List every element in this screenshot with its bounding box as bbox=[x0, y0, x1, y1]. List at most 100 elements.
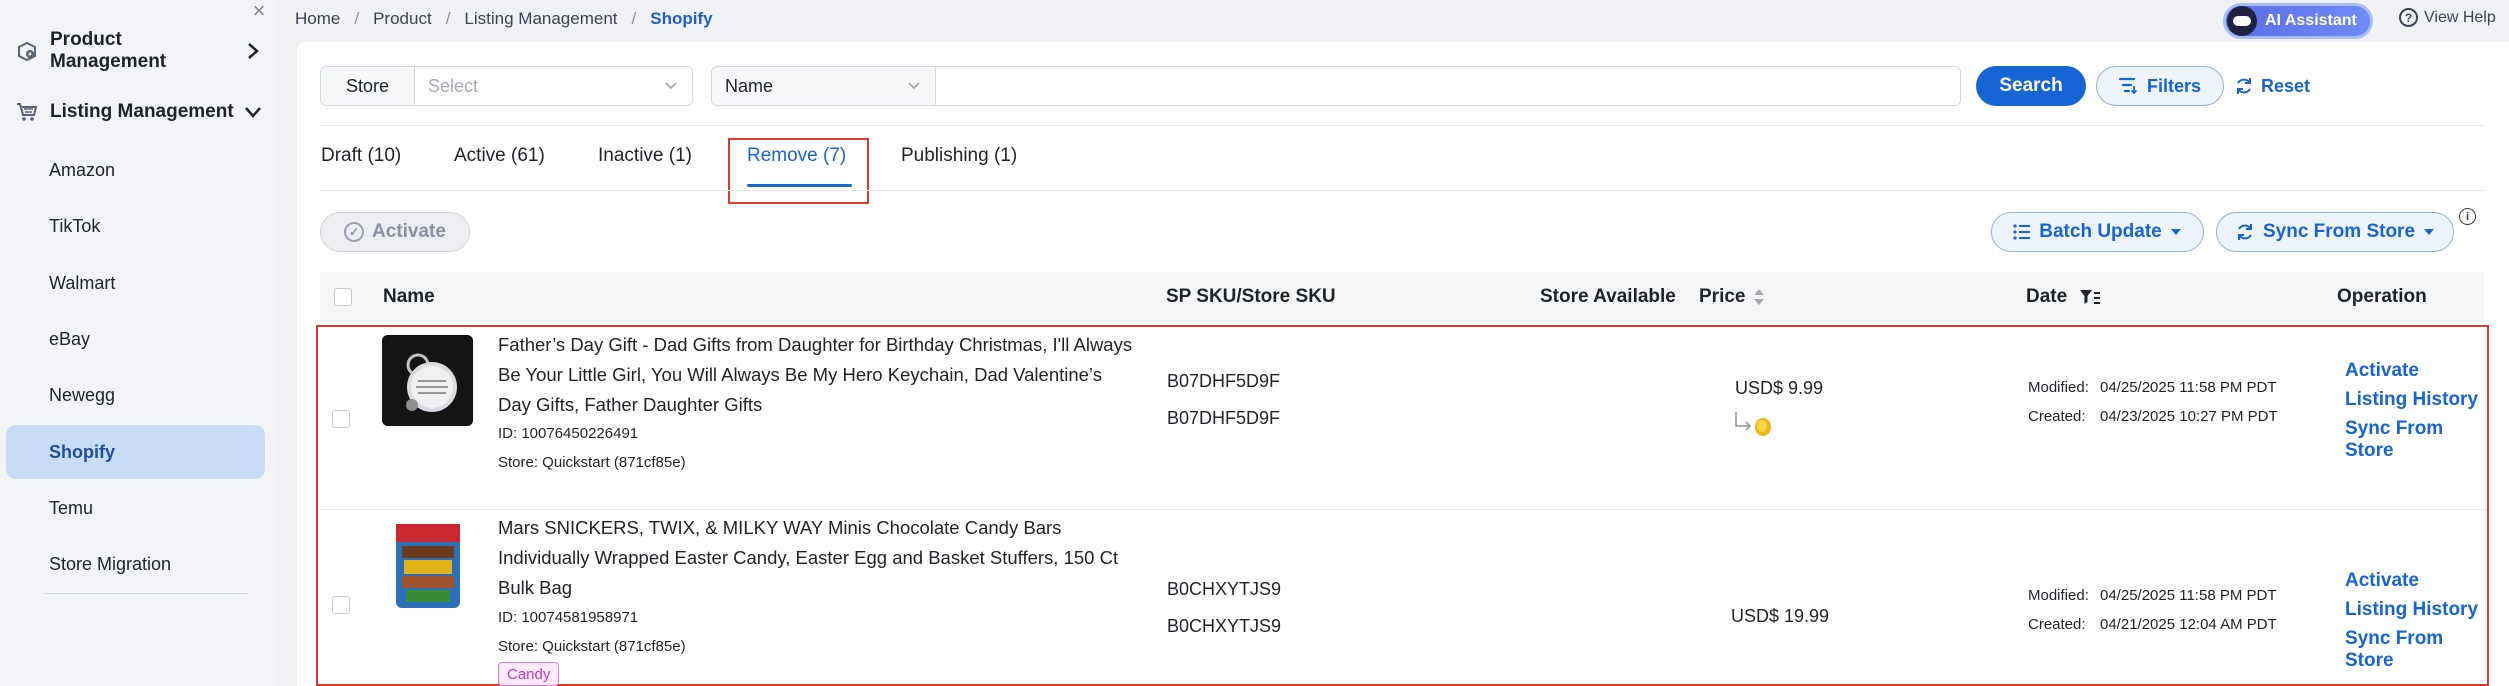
sidebar-item-amazon[interactable]: Amazon bbox=[6, 143, 265, 197]
highlighted-rows: Father’s Day Gift - Dad Gifts from Daugh… bbox=[316, 325, 2489, 686]
filters-button[interactable]: Filters bbox=[2096, 66, 2224, 106]
tab-active[interactable]: Active (61) bbox=[454, 145, 545, 167]
sp-sku: B0CHXYTJS9 bbox=[1167, 579, 1282, 599]
ai-assistant-button[interactable]: AI Assistant bbox=[2223, 3, 2373, 39]
created-label: Created: bbox=[2028, 616, 2086, 633]
column-header-date-label: Date bbox=[2026, 286, 2068, 307]
sidebar-group-label: Listing Management bbox=[50, 101, 234, 122]
sidebar-group-label: Product Management bbox=[50, 29, 167, 72]
product-id: ID: 10076450226491 bbox=[498, 425, 639, 442]
help-icon: ? bbox=[2399, 8, 2418, 27]
tab-highlight-box bbox=[728, 138, 869, 204]
modified-date: Modified: 04/25/2025 11:58 PM PDT bbox=[2028, 379, 2277, 396]
search-field-select[interactable]: Name bbox=[711, 66, 936, 106]
sidebar-group-product-management[interactable]: Product Management bbox=[14, 29, 272, 72]
sidebar-item-walmart[interactable]: Walmart bbox=[6, 256, 265, 310]
reset-label: Reset bbox=[2261, 75, 2311, 96]
sidebar: × Product Management Listing Management … bbox=[0, 0, 276, 686]
breadcrumb: Home / Product / Listing Management / Sh… bbox=[295, 9, 713, 29]
sidebar-item-label: Amazon bbox=[49, 159, 116, 180]
cart-icon bbox=[14, 99, 40, 125]
column-header-date[interactable]: Date bbox=[2026, 272, 2101, 322]
filter-icon bbox=[2118, 77, 2138, 95]
created-label: Created: bbox=[2028, 408, 2086, 425]
sync-from-store-button[interactable]: Sync From Store bbox=[2216, 212, 2454, 252]
product-id: ID: 10074581958971 bbox=[498, 609, 639, 626]
sidebar-item-temu[interactable]: Temu bbox=[6, 481, 265, 535]
tab-inactive[interactable]: Inactive (1) bbox=[598, 145, 692, 167]
product-image[interactable] bbox=[382, 520, 473, 611]
reset-button[interactable]: Reset bbox=[2234, 66, 2310, 106]
row-checkbox[interactable] bbox=[332, 410, 350, 428]
close-icon[interactable]: × bbox=[248, 0, 270, 22]
column-header-operation: Operation bbox=[2337, 286, 2427, 307]
sync-from-store-link[interactable]: Sync From Store bbox=[2345, 628, 2487, 672]
search-button[interactable]: Search bbox=[1976, 66, 2086, 106]
batch-update-label: Batch Update bbox=[2039, 221, 2162, 242]
activate-link[interactable]: Activate bbox=[2345, 570, 2419, 592]
product-store: Store: Quickstart (871cf85e) bbox=[498, 454, 686, 471]
product-tag: Candy bbox=[498, 662, 560, 686]
sync-from-store-label: Sync From Store bbox=[2262, 221, 2416, 242]
breadcrumb-separator: / bbox=[445, 9, 451, 28]
chevron-down-icon bbox=[665, 82, 677, 90]
store-sku: B0CHXYTJS9 bbox=[1167, 616, 1282, 636]
row-checkbox[interactable] bbox=[332, 596, 350, 614]
store-label: Store bbox=[320, 66, 415, 106]
product-image[interactable] bbox=[382, 335, 473, 426]
sidebar-item-ebay[interactable]: eBay bbox=[6, 312, 265, 366]
select-all-checkbox[interactable] bbox=[334, 288, 352, 306]
created-value: 04/23/2025 10:27 PM PDT bbox=[2100, 408, 2278, 425]
search-field-select-value: Name bbox=[725, 75, 774, 96]
sidebar-group-listing-management[interactable]: Listing Management bbox=[14, 92, 272, 132]
caret-down-icon bbox=[2170, 229, 2181, 235]
column-header-price[interactable]: Price bbox=[1699, 272, 1765, 322]
breadcrumb-product[interactable]: Product bbox=[373, 9, 432, 29]
list-icon bbox=[2013, 224, 2031, 240]
table-row: Mars SNICKERS, TWIX, & MILKY WAY Minis C… bbox=[320, 510, 2487, 686]
robot-icon bbox=[2227, 6, 2257, 36]
sidebar-divider bbox=[44, 593, 248, 594]
product-name[interactable]: Mars SNICKERS, TWIX, & MILKY WAY Minis C… bbox=[498, 513, 1138, 603]
top-bar: Home / Product / Listing Management / Sh… bbox=[276, 0, 2509, 42]
sync-icon bbox=[2237, 224, 2252, 240]
modified-value: 04/25/2025 11:58 PM PDT bbox=[2100, 379, 2277, 396]
tab-publishing[interactable]: Publishing (1) bbox=[901, 145, 1017, 167]
table-header: Name SP SKU/Store SKU Store Available Pr… bbox=[320, 272, 2484, 322]
sidebar-item-store-migration[interactable]: Store Migration bbox=[6, 537, 265, 591]
sync-from-store-link[interactable]: Sync From Store bbox=[2345, 418, 2487, 462]
breadcrumb-home[interactable]: Home bbox=[295, 9, 340, 29]
breadcrumb-separator: / bbox=[354, 9, 360, 28]
divider bbox=[320, 125, 2484, 126]
sidebar-item-label: eBay bbox=[49, 328, 91, 349]
breadcrumb-listing-management[interactable]: Listing Management bbox=[464, 9, 617, 29]
sidebar-item-label: Store Migration bbox=[49, 553, 172, 574]
created-date: Created: 04/21/2025 12:04 AM PDT bbox=[2028, 616, 2277, 633]
activate-button[interactable]: ✓ Activate bbox=[320, 212, 470, 252]
view-help-link[interactable]: ? View Help bbox=[2399, 8, 2496, 27]
listing-history-link[interactable]: Listing History bbox=[2345, 599, 2478, 621]
batch-update-button[interactable]: Batch Update bbox=[1991, 212, 2204, 252]
listing-history-link[interactable]: Listing History bbox=[2345, 389, 2478, 411]
column-header-price-label: Price bbox=[1699, 286, 1746, 307]
product-name[interactable]: Father’s Day Gift - Dad Gifts from Daugh… bbox=[498, 330, 1138, 420]
filter-sort-icon bbox=[2080, 290, 2101, 304]
product-box-icon bbox=[14, 38, 40, 64]
price-history-icon[interactable] bbox=[1729, 410, 1779, 436]
info-icon[interactable]: i bbox=[2459, 208, 2476, 225]
tab-draft[interactable]: Draft (10) bbox=[321, 145, 401, 167]
store-sku: B07DHF5D9F bbox=[1167, 408, 1281, 428]
product-store: Store: Quickstart (871cf85e) bbox=[498, 638, 686, 655]
refresh-icon bbox=[2237, 78, 2251, 94]
sidebar-item-shopify[interactable]: Shopify bbox=[6, 425, 265, 479]
activate-link[interactable]: Activate bbox=[2345, 360, 2419, 382]
search-input[interactable] bbox=[935, 66, 1961, 106]
modified-value: 04/25/2025 11:58 PM PDT bbox=[2100, 587, 2277, 604]
store-select[interactable]: Select bbox=[414, 66, 693, 106]
caret-down-icon bbox=[2424, 229, 2435, 235]
sidebar-item-tiktok[interactable]: TikTok bbox=[6, 199, 265, 253]
sidebar-item-newegg[interactable]: Newegg bbox=[6, 368, 265, 422]
breadcrumb-current: Shopify bbox=[650, 9, 713, 28]
created-date: Created: 04/23/2025 10:27 PM PDT bbox=[2028, 408, 2278, 425]
view-help-label: View Help bbox=[2424, 8, 2496, 26]
